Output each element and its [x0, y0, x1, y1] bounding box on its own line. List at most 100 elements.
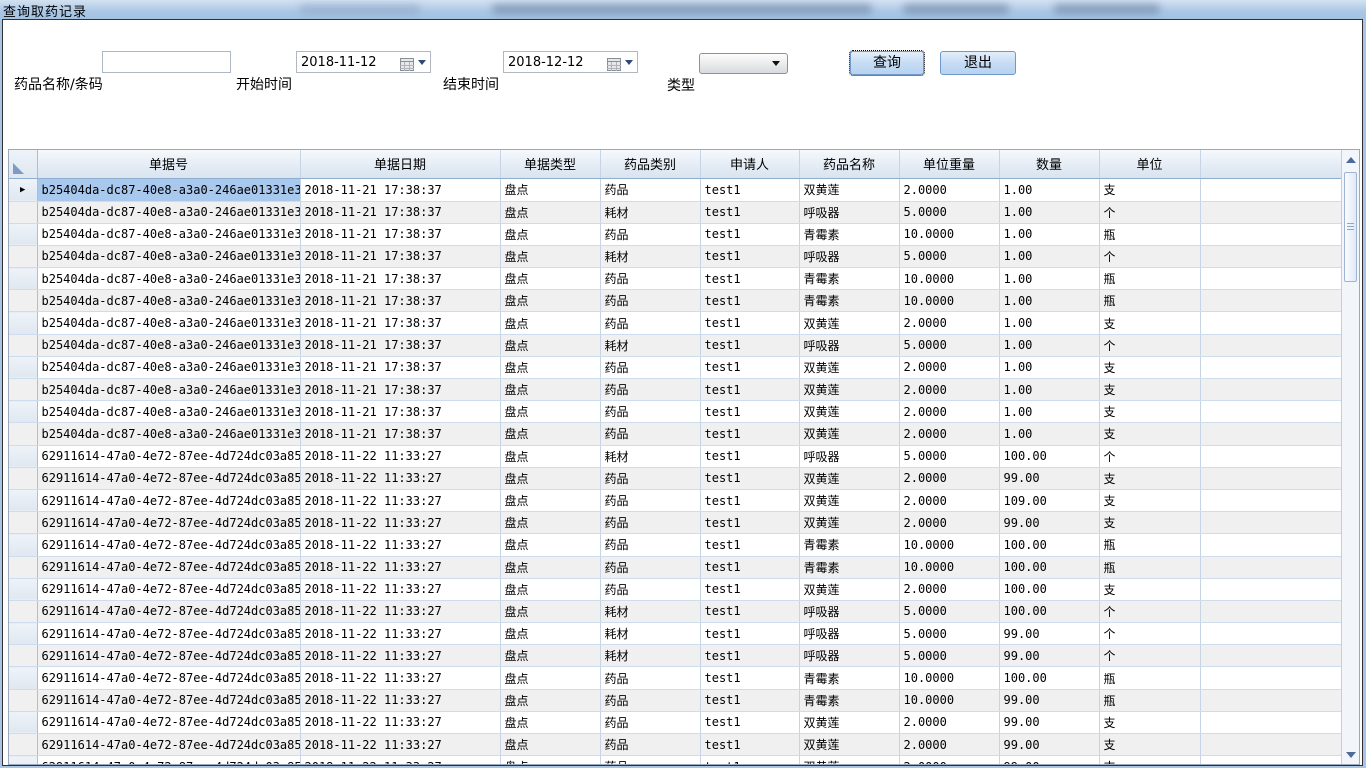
- cell[interactable]: 个: [1099, 334, 1200, 356]
- cell[interactable]: 10.0000: [899, 689, 999, 711]
- cell[interactable]: 瓶: [1099, 556, 1200, 578]
- cell[interactable]: 呼吸器: [799, 623, 899, 645]
- row-header[interactable]: [9, 578, 37, 600]
- cell[interactable]: test1: [700, 600, 799, 622]
- cell[interactable]: 1.00: [999, 312, 1099, 334]
- cell[interactable]: 2018-11-21 17:38:37: [300, 379, 500, 401]
- cell[interactable]: 5.0000: [899, 645, 999, 667]
- cell[interactable]: 62911614-47a0-4e72-87ee-4d724dc03a85: [37, 467, 300, 489]
- cell[interactable]: 99.00: [999, 711, 1099, 733]
- cell[interactable]: 2018-11-21 17:38:37: [300, 268, 500, 290]
- cell[interactable]: 支: [1099, 578, 1200, 600]
- select-all-corner[interactable]: [9, 150, 37, 178]
- cell[interactable]: 耗材: [600, 645, 700, 667]
- cell[interactable]: 药品: [600, 756, 700, 764]
- cell[interactable]: 盘点: [500, 578, 600, 600]
- cell[interactable]: 1.00: [999, 245, 1099, 267]
- cell[interactable]: test1: [700, 645, 799, 667]
- cell[interactable]: 2.0000: [899, 512, 999, 534]
- cell[interactable]: 2.0000: [899, 312, 999, 334]
- cell[interactable]: test1: [700, 290, 799, 312]
- cell[interactable]: b25404da-dc87-40e8-a3a0-246ae01331e3: [37, 401, 300, 423]
- cell[interactable]: 2.0000: [899, 734, 999, 756]
- end-date-picker[interactable]: 2018-12-12: [503, 51, 638, 73]
- column-header-9[interactable]: 单位: [1099, 150, 1200, 178]
- cell[interactable]: 药品: [600, 512, 700, 534]
- cell[interactable]: 1.00: [999, 334, 1099, 356]
- cell[interactable]: 62911614-47a0-4e72-87ee-4d724dc03a85: [37, 578, 300, 600]
- cell[interactable]: 双黄莲: [799, 578, 899, 600]
- row-header[interactable]: [9, 534, 37, 556]
- row-header[interactable]: [9, 667, 37, 689]
- cell[interactable]: b25404da-dc87-40e8-a3a0-246ae01331e3: [37, 178, 300, 201]
- cell[interactable]: 盘点: [500, 756, 600, 764]
- cell[interactable]: 盘点: [500, 667, 600, 689]
- cell[interactable]: 2018-11-22 11:33:27: [300, 711, 500, 733]
- scrollbar-thumb[interactable]: [1344, 172, 1357, 282]
- cell[interactable]: 双黄莲: [799, 356, 899, 378]
- cell[interactable]: 呼吸器: [799, 334, 899, 356]
- cell[interactable]: 耗材: [600, 600, 700, 622]
- cell[interactable]: 5.0000: [899, 201, 999, 223]
- cell[interactable]: 盘点: [500, 334, 600, 356]
- cell[interactable]: 盘点: [500, 401, 600, 423]
- row-header[interactable]: [9, 268, 37, 290]
- cell[interactable]: 个: [1099, 445, 1200, 467]
- cell[interactable]: 5.0000: [899, 245, 999, 267]
- cell[interactable]: 呼吸器: [799, 445, 899, 467]
- cell[interactable]: 62911614-47a0-4e72-87ee-4d724dc03a85: [37, 645, 300, 667]
- cell[interactable]: 2.0000: [899, 356, 999, 378]
- query-button[interactable]: 查询: [850, 51, 924, 75]
- cell[interactable]: 2018-11-21 17:38:37: [300, 423, 500, 445]
- cell[interactable]: 支: [1099, 401, 1200, 423]
- cell[interactable]: 耗材: [600, 334, 700, 356]
- row-header[interactable]: [9, 245, 37, 267]
- cell[interactable]: 药品: [600, 667, 700, 689]
- cell[interactable]: 盘点: [500, 734, 600, 756]
- cell[interactable]: 药品: [600, 356, 700, 378]
- cell[interactable]: test1: [700, 223, 799, 245]
- cell[interactable]: 5.0000: [899, 623, 999, 645]
- cell[interactable]: 双黄莲: [799, 489, 899, 511]
- cell[interactable]: 药品: [600, 379, 700, 401]
- cell[interactable]: 双黄莲: [799, 711, 899, 733]
- cell[interactable]: 个: [1099, 245, 1200, 267]
- cell[interactable]: test1: [700, 556, 799, 578]
- column-header-1[interactable]: 单据号: [37, 150, 300, 178]
- cell[interactable]: 1.00: [999, 423, 1099, 445]
- cell[interactable]: 药品: [600, 734, 700, 756]
- cell[interactable]: 呼吸器: [799, 201, 899, 223]
- cell[interactable]: 62911614-47a0-4e72-87ee-4d724dc03a85: [37, 711, 300, 733]
- cell[interactable]: 呼吸器: [799, 245, 899, 267]
- row-header[interactable]: [9, 623, 37, 645]
- cell[interactable]: 药品: [600, 178, 700, 201]
- cell[interactable]: 2.0000: [899, 379, 999, 401]
- cell[interactable]: 个: [1099, 645, 1200, 667]
- cell[interactable]: 双黄莲: [799, 512, 899, 534]
- column-header-3[interactable]: 单据类型: [500, 150, 600, 178]
- row-header[interactable]: [9, 423, 37, 445]
- cell[interactable]: 瓶: [1099, 534, 1200, 556]
- cell[interactable]: 62911614-47a0-4e72-87ee-4d724dc03a85: [37, 512, 300, 534]
- cell[interactable]: 62911614-47a0-4e72-87ee-4d724dc03a85: [37, 600, 300, 622]
- cell[interactable]: 双黄莲: [799, 423, 899, 445]
- cell[interactable]: 盘点: [500, 290, 600, 312]
- cell[interactable]: 1.00: [999, 356, 1099, 378]
- cell[interactable]: 青霉素: [799, 556, 899, 578]
- cell[interactable]: 青霉素: [799, 268, 899, 290]
- cell[interactable]: 药品: [600, 290, 700, 312]
- cell[interactable]: 支: [1099, 423, 1200, 445]
- cell[interactable]: 药品: [600, 489, 700, 511]
- chevron-down-icon[interactable]: [418, 60, 426, 65]
- row-header[interactable]: [9, 711, 37, 733]
- cell[interactable]: 10.0000: [899, 667, 999, 689]
- cell[interactable]: 药品: [600, 401, 700, 423]
- cell[interactable]: b25404da-dc87-40e8-a3a0-246ae01331e3: [37, 223, 300, 245]
- vertical-scrollbar[interactable]: [1341, 150, 1359, 764]
- cell[interactable]: 盘点: [500, 423, 600, 445]
- cell[interactable]: 盘点: [500, 689, 600, 711]
- cell[interactable]: 青霉素: [799, 223, 899, 245]
- cell[interactable]: 100.00: [999, 445, 1099, 467]
- cell[interactable]: test1: [700, 268, 799, 290]
- cell[interactable]: 支: [1099, 734, 1200, 756]
